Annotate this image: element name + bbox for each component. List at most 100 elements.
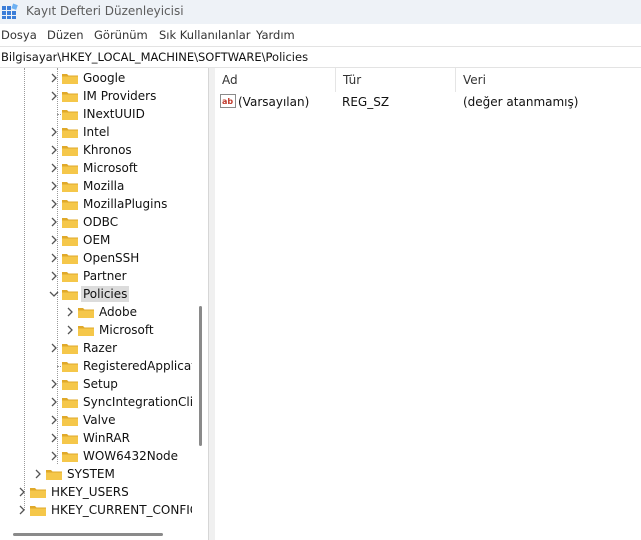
tree-item[interactable]: WinRAR	[0, 429, 192, 447]
tree-item-label: Partner	[83, 269, 127, 283]
chevron-right-icon[interactable]	[32, 467, 44, 481]
tree-item-label: Khronos	[83, 143, 132, 157]
tree-item-label: WOW6432Node	[83, 449, 179, 463]
tree-item-label: Google	[83, 71, 126, 85]
tree-item[interactable]: MozillaPlugins	[0, 195, 192, 213]
tree-item-label: IM Providers	[83, 89, 157, 103]
chevron-right-icon[interactable]	[48, 269, 60, 283]
folder-icon	[62, 398, 78, 408]
chevron-right-icon[interactable]	[48, 161, 60, 175]
tree-item[interactable]: IM Providers	[0, 87, 192, 105]
folder-icon	[30, 488, 46, 498]
folder-icon	[62, 92, 78, 102]
values-list[interactable]: Ad Tür Veri ab (Varsayılan) REG_SZ (değe…	[215, 68, 641, 540]
chevron-right-icon[interactable]	[48, 143, 60, 157]
tree-item[interactable]: Intel	[0, 123, 192, 141]
menu-yardim[interactable]: Yardım	[256, 28, 295, 42]
tree-item-label: HKEY_CURRENT_CONFIG	[51, 503, 192, 517]
tree-horizontal-scrollbar[interactable]	[13, 533, 163, 536]
tree-item-label: OEM	[83, 233, 111, 247]
chevron-right-icon[interactable]	[16, 485, 28, 499]
tree-item-label: HKEY_USERS	[51, 485, 129, 499]
tree-item[interactable]: ODBC	[0, 213, 192, 231]
tree-item[interactable]: SyncIntegrationClients	[0, 393, 192, 411]
tree-item[interactable]: Google	[0, 69, 192, 87]
tree-item[interactable]: Policies	[0, 285, 192, 303]
folder-icon	[62, 146, 78, 156]
folder-icon	[62, 380, 78, 390]
chevron-right-icon[interactable]	[48, 71, 60, 85]
value-data: (değer atanmamış)	[463, 95, 579, 109]
tree-item[interactable]: INextUUID	[0, 105, 192, 123]
chevron-right-icon[interactable]	[48, 341, 60, 355]
tree-item-label: RegisteredApplications	[83, 359, 192, 373]
tree-item-label: SYSTEM	[67, 467, 115, 481]
tree-item-label: Valve	[83, 413, 116, 427]
tree-item[interactable]: OpenSSH	[0, 249, 192, 267]
menu-sik-kullanilanlar[interactable]: Sık Kullanılanlar	[159, 28, 251, 42]
chevron-right-icon[interactable]	[48, 125, 60, 139]
chevron-right-icon[interactable]	[48, 431, 60, 445]
tree-item-label: MozillaPlugins	[83, 197, 168, 211]
chevron-right-icon[interactable]	[48, 89, 60, 103]
address-path[interactable]: Bilgisayar\HKEY_LOCAL_MACHINE\SOFTWARE\P…	[1, 50, 308, 64]
tree-item[interactable]: OEM	[0, 231, 192, 249]
column-header-type[interactable]: Tür	[336, 68, 456, 92]
folder-icon	[62, 434, 78, 444]
tree-item[interactable]: Microsoft	[0, 159, 192, 177]
chevron-right-icon[interactable]	[64, 305, 76, 319]
window-title: Kayıt Defteri Düzenleyicisi	[26, 4, 184, 18]
folder-icon	[62, 290, 78, 300]
tree-item[interactable]: SYSTEM	[0, 465, 192, 483]
chevron-right-icon[interactable]	[48, 395, 60, 409]
tree-item[interactable]: Khronos	[0, 141, 192, 159]
tree-item[interactable]: RegisteredApplications	[0, 357, 192, 375]
tree-item-label: INextUUID	[83, 107, 145, 121]
tree-item[interactable]: WOW6432Node	[0, 447, 192, 465]
value-row[interactable]: ab (Varsayılan) REG_SZ (değer atanmamış)	[215, 92, 641, 112]
value-name: (Varsayılan)	[238, 95, 310, 109]
chevron-right-icon[interactable]	[48, 251, 60, 265]
folder-icon	[62, 74, 78, 84]
chevron-right-icon[interactable]	[64, 323, 76, 337]
chevron-right-icon[interactable]	[48, 179, 60, 193]
title-bar: Kayıt Defteri Düzenleyicisi	[0, 0, 641, 24]
folder-icon	[62, 164, 78, 174]
folder-icon	[62, 182, 78, 192]
chevron-right-icon[interactable]	[48, 413, 60, 427]
tree-item[interactable]: Setup	[0, 375, 192, 393]
chevron-right-icon[interactable]	[48, 377, 60, 391]
chevron-right-icon[interactable]	[48, 449, 60, 463]
tree-item[interactable]: Partner	[0, 267, 192, 285]
tree-item-label: Microsoft	[83, 161, 138, 175]
tree-item-label: Adobe	[99, 305, 137, 319]
folder-icon	[78, 326, 94, 336]
tree-item[interactable]: Razer	[0, 339, 192, 357]
chevron-right-icon[interactable]	[48, 233, 60, 247]
folder-icon	[78, 308, 94, 318]
menu-bar: Dosya Düzen Görünüm Sık Kullanılanlar Ya…	[0, 25, 641, 45]
chevron-right-icon[interactable]	[48, 215, 60, 229]
tree-item[interactable]: Valve	[0, 411, 192, 429]
menu-dosya[interactable]: Dosya	[1, 28, 37, 42]
menu-gorunum[interactable]: Görünüm	[94, 28, 148, 42]
tree-item[interactable]: Mozilla	[0, 177, 192, 195]
folder-icon	[62, 110, 78, 120]
chevron-down-icon[interactable]	[48, 287, 60, 301]
tree-item[interactable]: HKEY_USERS	[0, 483, 192, 501]
chevron-right-icon[interactable]	[48, 197, 60, 211]
menu-duzen[interactable]: Düzen	[47, 28, 84, 42]
folder-icon	[62, 236, 78, 246]
column-header-name[interactable]: Ad	[215, 68, 336, 92]
tree-item[interactable]: Adobe	[0, 303, 192, 321]
tree-item[interactable]: HKEY_CURRENT_CONFIG	[0, 501, 192, 519]
chevron-right-icon[interactable]	[16, 503, 28, 517]
address-bar[interactable]: Bilgisayar\HKEY_LOCAL_MACHINE\SOFTWARE\P…	[0, 46, 641, 68]
registry-tree[interactable]: Google IM Providers INextUUID Intel Khronos M…	[0, 68, 208, 540]
regedit-app-icon	[2, 3, 18, 19]
tree-item[interactable]: Microsoft	[0, 321, 192, 339]
svg-text:ab: ab	[222, 97, 233, 106]
folder-icon	[62, 452, 78, 462]
column-header-data[interactable]: Veri	[456, 68, 641, 92]
tree-vertical-scrollbar[interactable]	[199, 306, 202, 446]
